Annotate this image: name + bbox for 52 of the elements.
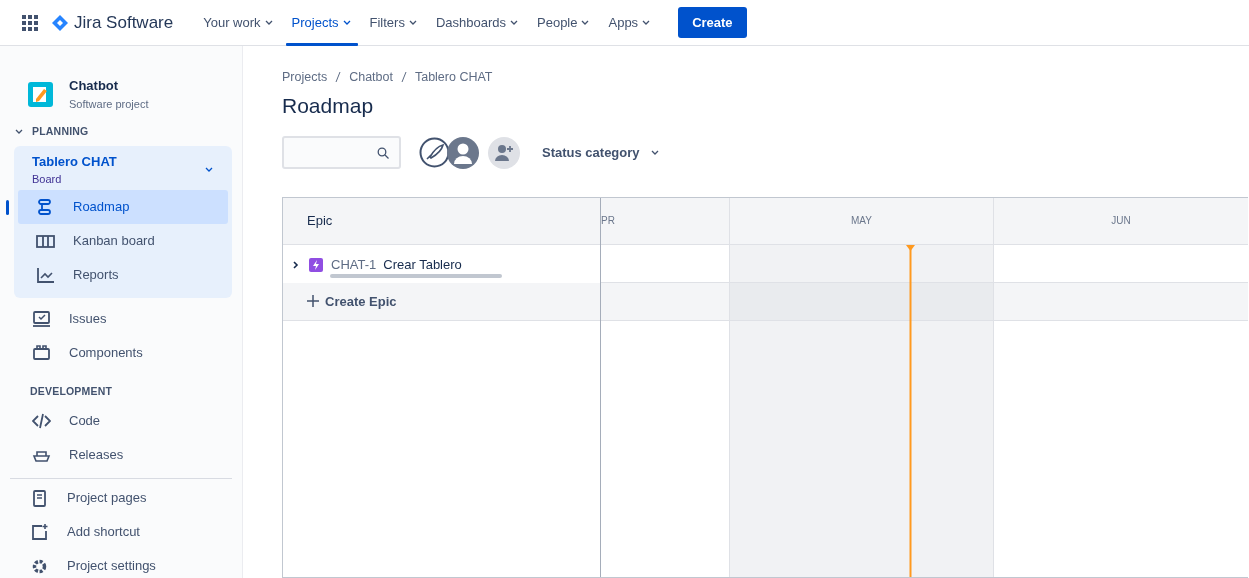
month-header: PR (601, 197, 729, 245)
slash-icon (400, 71, 407, 84)
create-button[interactable]: Create (678, 6, 747, 39)
status-category-filter[interactable]: Status category (536, 142, 666, 164)
chart-icon (36, 265, 55, 284)
sidebar-item[interactable]: Components (14, 335, 232, 370)
slash-icon (335, 71, 342, 84)
plus-icon (307, 295, 319, 308)
nav-menu[interactable]: Dashboards (426, 0, 528, 46)
add-shortcut-icon (30, 522, 49, 541)
project-name: Chatbot (69, 77, 120, 95)
sidebar-item[interactable]: Code (14, 403, 232, 438)
sidebar-item[interactable]: Project settings (14, 548, 232, 578)
section-heading: PLANNING (32, 124, 89, 139)
app-switcher-icon (22, 14, 38, 31)
logo-icon (52, 14, 68, 31)
breadcrumb-link[interactable]: Projects (282, 68, 328, 87)
search-field[interactable] (282, 136, 401, 170)
board-type: Board (32, 172, 63, 188)
page-title: Roadmap (282, 92, 375, 118)
month-header: JUN (994, 197, 1248, 245)
monitor-icon (32, 309, 51, 328)
create-epic-button[interactable]: Create Epic (307, 291, 397, 312)
sidebar-item[interactable]: Releases (14, 437, 232, 472)
project-avatar-icon (28, 81, 53, 107)
nav-menu[interactable]: Your work (194, 0, 283, 46)
epic-title[interactable]: Crear Tablero (383, 254, 462, 275)
sidebar-item[interactable]: Add shortcut (14, 514, 232, 549)
epic-key[interactable]: CHAT-1 (331, 254, 377, 275)
selection-indicator (6, 199, 9, 215)
sidebar-item[interactable]: Project pages (14, 480, 232, 515)
project-type: Software project (69, 96, 149, 112)
column-header: Epic (283, 197, 600, 245)
breadcrumb-link[interactable]: Tablero CHAT (414, 68, 493, 87)
search-icon (377, 146, 389, 159)
product-name: Jira Software (74, 11, 174, 34)
board-name[interactable]: Tablero CHAT (32, 151, 117, 172)
sidebar-item[interactable]: Kanban board (18, 223, 228, 258)
page-icon (30, 488, 49, 507)
code-icon (32, 411, 51, 430)
user-avatar-icon (447, 136, 479, 169)
sidebar-item[interactable]: Issues (14, 301, 232, 336)
components-icon (32, 343, 51, 362)
epic-icon (309, 257, 323, 272)
section-heading: DEVELOPMENT (30, 383, 114, 399)
nav-menu[interactable]: Apps (599, 0, 661, 46)
nav-menu[interactable]: People (528, 0, 600, 46)
breadcrumb-link[interactable]: Chatbot (349, 68, 393, 87)
add-people-icon (488, 136, 520, 169)
nav-menu[interactable]: Projects (282, 0, 361, 46)
nav-menu[interactable]: Filters (360, 0, 427, 46)
sidebar-item[interactable]: Reports (18, 257, 228, 292)
